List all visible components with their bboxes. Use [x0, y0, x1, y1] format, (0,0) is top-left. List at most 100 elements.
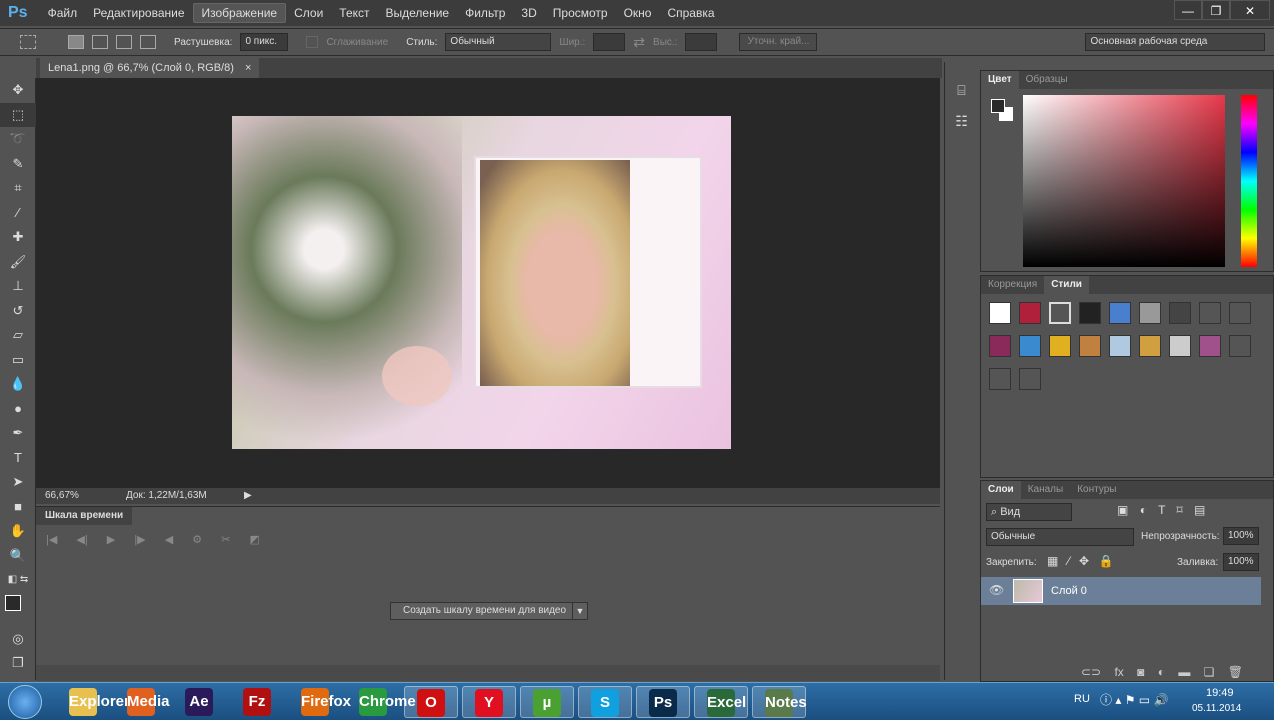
pen-tool-icon[interactable]: ✒: [0, 421, 36, 446]
style-swatch[interactable]: [989, 368, 1011, 390]
style-swatch[interactable]: [1199, 302, 1221, 324]
zoom-tool-icon[interactable]: 🔍: [0, 544, 36, 569]
eyedropper-tool-icon[interactable]: ⁄: [0, 201, 36, 226]
layer-row[interactable]: 👁 Слой 0: [981, 577, 1261, 605]
history-icon[interactable]: ⌸: [945, 82, 978, 99]
quick-mask-icon[interactable]: ◎: [0, 627, 36, 652]
style-swatch[interactable]: [1109, 335, 1131, 357]
create-video-timeline-button[interactable]: Создать шкалу времени для видео: [390, 602, 580, 620]
taskbar-app-o[interactable]: O: [404, 686, 458, 718]
lock-all-icon[interactable]: 🔒: [1098, 554, 1113, 568]
brush-tool-icon[interactable]: 🖌: [0, 250, 36, 275]
hand-tool-icon[interactable]: ✋: [0, 519, 36, 544]
style-swatch[interactable]: [1229, 302, 1251, 324]
antialias-checkbox[interactable]: [306, 36, 319, 48]
style-swatch[interactable]: [1079, 335, 1101, 357]
refine-edge-button[interactable]: Уточн. край...: [739, 33, 818, 51]
menu-filter[interactable]: Фильтр: [457, 4, 513, 22]
taskbar-app-ps[interactable]: Ps: [636, 686, 690, 718]
crop-tool-icon[interactable]: ⌗: [0, 176, 36, 201]
menu-select[interactable]: Выделение: [378, 4, 458, 22]
swap-colors-icon[interactable]: ◧ ⇆: [0, 568, 36, 593]
tab-styles[interactable]: Стили: [1044, 276, 1089, 294]
style-swatch[interactable]: [989, 302, 1011, 324]
swap-icon[interactable]: ⇄: [633, 34, 645, 51]
clock-date[interactable]: 05.11.2014: [1192, 703, 1241, 714]
feather-input[interactable]: 0 пикс.: [240, 33, 289, 51]
filter-smart-icon[interactable]: ▤: [1194, 503, 1205, 517]
delete-layer-icon[interactable]: 🗑: [1228, 665, 1243, 679]
intersect-selection-icon[interactable]: [140, 35, 156, 49]
taskbar-app-y[interactable]: Y: [462, 686, 516, 718]
lock-position-icon[interactable]: ✥: [1079, 554, 1089, 568]
taskbar-app-ae[interactable]: Ae: [172, 686, 226, 718]
color-field[interactable]: [1023, 95, 1225, 267]
taskbar-app-[interactable]: µ: [520, 686, 574, 718]
style-swatch[interactable]: [1019, 302, 1041, 324]
path-select-tool-icon[interactable]: ➤: [0, 470, 36, 495]
properties-icon[interactable]: ☷: [945, 113, 978, 130]
menu-layers[interactable]: Слои: [286, 4, 331, 22]
add-mask-icon[interactable]: ◙: [1137, 665, 1144, 679]
foreground-color[interactable]: [5, 594, 21, 611]
style-swatch[interactable]: [1019, 368, 1041, 390]
status-menu-arrow-icon[interactable]: ▶: [244, 488, 252, 504]
menu-window[interactable]: Окно: [616, 4, 660, 22]
split-icon[interactable]: ✂: [221, 534, 230, 546]
style-swatch[interactable]: [1139, 335, 1161, 357]
menu-help[interactable]: Справка: [659, 4, 722, 22]
layer-style-icon[interactable]: fx: [1114, 665, 1123, 679]
rectangle-tool-icon[interactable]: ■: [0, 495, 36, 520]
timeline-tab[interactable]: Шкала времени: [36, 507, 133, 525]
style-swatch[interactable]: [1079, 302, 1101, 324]
tab-swatches[interactable]: Образцы: [1019, 71, 1075, 89]
document-image[interactable]: [232, 116, 731, 449]
filter-adjustment-icon[interactable]: ◐: [1140, 503, 1147, 517]
style-swatch[interactable]: [1049, 302, 1071, 324]
close-button[interactable]: ✕: [1230, 0, 1270, 20]
foreground-color[interactable]: [991, 99, 1005, 113]
taskbar-app-excel[interactable]: Excel: [694, 686, 748, 718]
taskbar-app-media[interactable]: Media: [114, 686, 170, 718]
language-indicator[interactable]: RU: [1074, 693, 1090, 705]
filter-type-icon[interactable]: T: [1158, 503, 1165, 517]
style-swatch[interactable]: [1109, 302, 1131, 324]
width-input[interactable]: [593, 33, 626, 51]
eraser-tool-icon[interactable]: ▱: [0, 323, 36, 348]
lock-pixels-icon[interactable]: ⁄: [1068, 554, 1070, 568]
menu-3d[interactable]: 3D: [513, 4, 544, 22]
close-tab-icon[interactable]: ×: [245, 62, 251, 74]
taskbar-app-notes[interactable]: Notes: [752, 686, 807, 718]
gradient-tool-icon[interactable]: ▭: [0, 348, 36, 373]
style-swatch[interactable]: [1169, 302, 1191, 324]
style-swatch[interactable]: [1049, 335, 1071, 357]
fill-input[interactable]: 100%: [1223, 553, 1259, 571]
visibility-eye-icon[interactable]: 👁: [989, 583, 1004, 597]
style-swatch[interactable]: [1139, 302, 1161, 324]
stamp-tool-icon[interactable]: ⊥: [0, 274, 36, 299]
dodge-tool-icon[interactable]: ●: [0, 397, 36, 422]
style-swatch[interactable]: [1199, 335, 1221, 357]
play-icon[interactable]: ▶: [107, 534, 115, 546]
menu-image[interactable]: Изображение: [192, 3, 287, 23]
lock-transparency-icon[interactable]: ▦: [1047, 554, 1058, 568]
color-swatches[interactable]: [0, 593, 35, 627]
menu-view[interactable]: Просмотр: [545, 4, 616, 22]
new-adjustment-icon[interactable]: ◐: [1158, 665, 1165, 679]
opacity-input[interactable]: 100%: [1223, 527, 1259, 545]
height-input[interactable]: [685, 33, 718, 51]
quick-select-tool-icon[interactable]: ✎: [0, 152, 36, 177]
document-tab[interactable]: Lena1.png @ 66,7% (Слой 0, RGB/8) ×: [40, 58, 260, 78]
history-brush-tool-icon[interactable]: ↺: [0, 299, 36, 324]
settings-icon[interactable]: ⚙: [192, 534, 202, 546]
prev-frame-icon[interactable]: ◀|: [76, 534, 87, 546]
filter-pixel-icon[interactable]: ▣: [1117, 503, 1128, 517]
tab-color[interactable]: Цвет: [981, 71, 1019, 89]
taskbar-app-fz[interactable]: Fz: [230, 686, 284, 718]
start-button[interactable]: [8, 685, 42, 719]
new-selection-icon[interactable]: [68, 35, 84, 49]
healing-tool-icon[interactable]: ✚: [0, 225, 36, 250]
filter-shape-icon[interactable]: ⌑: [1177, 503, 1183, 517]
timeline-dropdown-icon[interactable]: ▼: [572, 602, 588, 620]
link-layers-icon[interactable]: ⊂⊃: [1081, 665, 1101, 679]
